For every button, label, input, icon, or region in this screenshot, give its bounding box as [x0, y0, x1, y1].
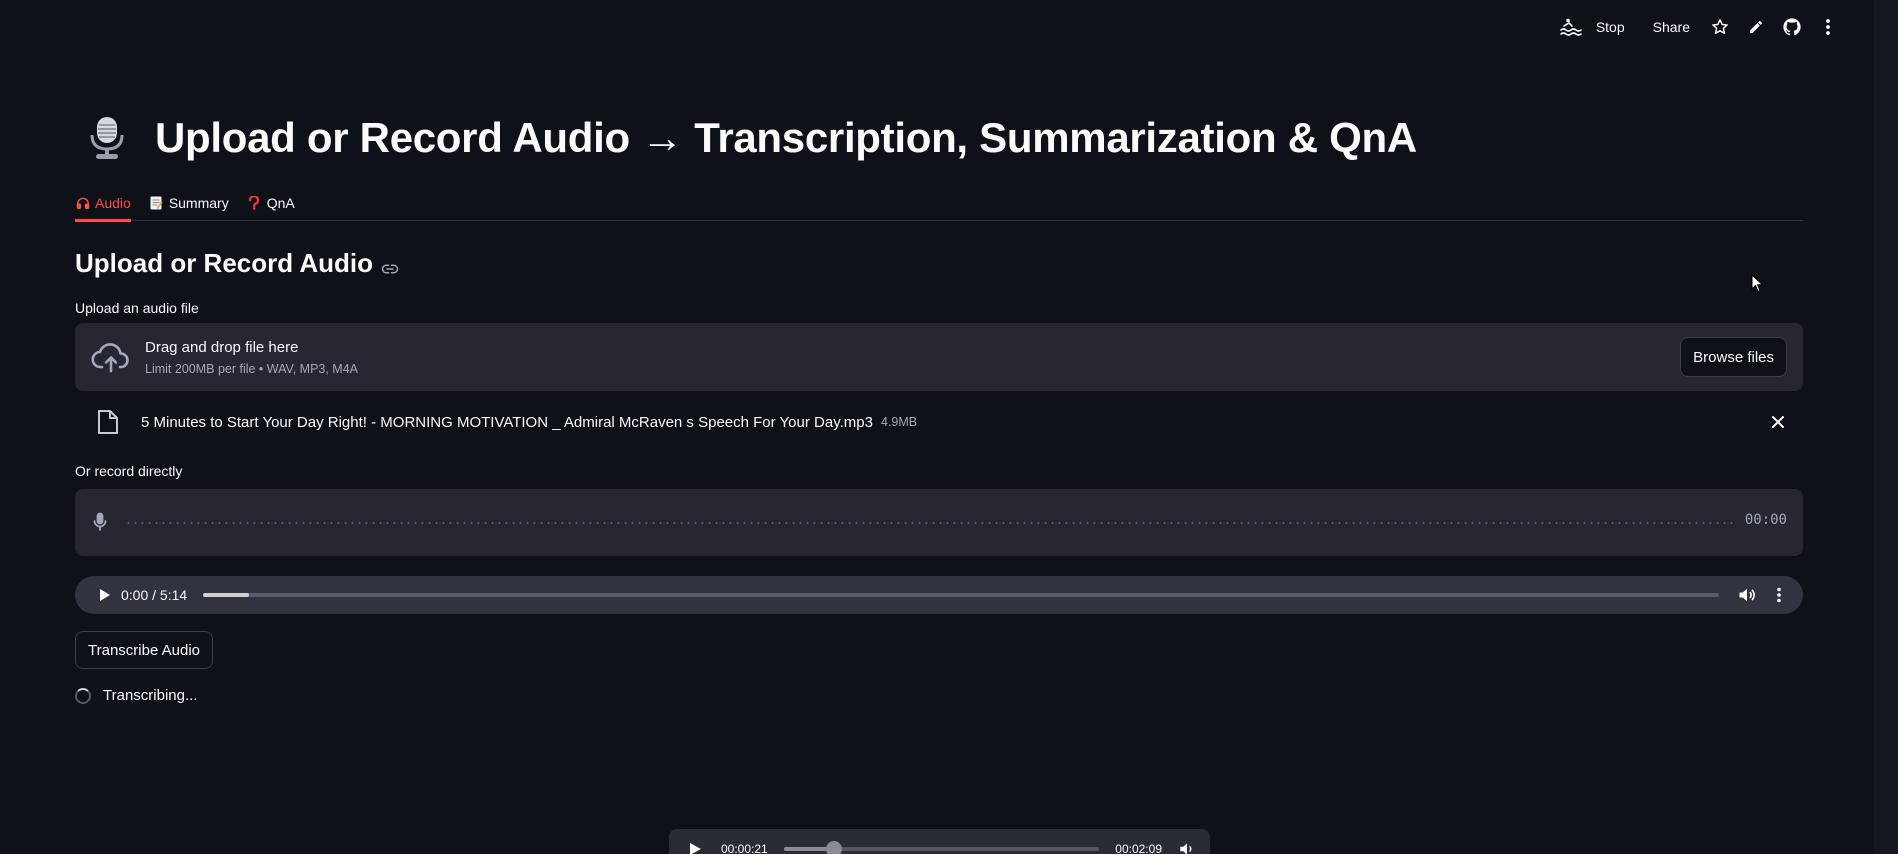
- file-dropzone[interactable]: Drag and drop file here Limit 200MB per …: [75, 323, 1803, 391]
- tab-summary-label: Summary: [168, 195, 229, 211]
- section-title-text: Upload or Record Audio: [75, 248, 374, 278]
- mini-current-time: 00:00:21: [721, 842, 768, 854]
- tab-audio-label: Audio: [95, 195, 131, 211]
- status-text: Transcribing...: [103, 687, 198, 704]
- play-icon[interactable]: [95, 586, 113, 604]
- page-title: Upload or Record Audio → Transcription, …: [155, 114, 1417, 161]
- tab-bar: Audio Summary QnA: [75, 186, 1803, 222]
- github-icon[interactable]: [1782, 17, 1802, 37]
- player-more-options-icon[interactable]: [1769, 585, 1789, 605]
- tab-qna-label: QnA: [266, 195, 295, 211]
- audio-recorder: 00:00: [75, 489, 1803, 556]
- top-toolbar: Stop Share: [1560, 14, 1838, 40]
- section-title: Upload or Record Audio: [75, 248, 401, 279]
- scroll-gutter: [1858, 0, 1898, 854]
- record-label: Or record directly: [75, 463, 183, 479]
- anchor-link-icon[interactable]: [381, 254, 401, 274]
- uploaded-file-size: 4.9MB: [880, 415, 918, 429]
- more-vertical-icon[interactable]: [1818, 17, 1838, 37]
- file-icon: [97, 409, 119, 435]
- mini-progress-track[interactable]: [783, 841, 1100, 854]
- scrollbar-track[interactable]: [1858, 0, 1874, 854]
- player-buffered-bar: [203, 593, 249, 597]
- share-button[interactable]: Share: [1653, 19, 1690, 35]
- mini-play-icon[interactable]: [687, 841, 703, 854]
- mini-volume-icon[interactable]: [1178, 840, 1196, 854]
- recording-timer: 00:00: [1744, 512, 1787, 528]
- player-progress-track[interactable]: [203, 593, 1719, 597]
- overlay-media-player: 00:00:21 00:02:09: [669, 829, 1210, 854]
- title-row: Upload or Record Audio → Transcription, …: [75, 108, 1417, 168]
- memo-icon: [149, 196, 164, 211]
- dropzone-instructions: Drag and drop file here: [145, 338, 299, 356]
- mini-total-time: 00:02:09: [1115, 842, 1162, 854]
- tab-audio[interactable]: Audio: [75, 186, 131, 222]
- audio-player: 0:00 / 5:14: [75, 576, 1803, 614]
- studio-microphone-icon: [87, 115, 127, 161]
- dropzone-text: Drag and drop file here Limit 200MB per …: [145, 339, 358, 376]
- uploaded-file-row: 5 Minutes to Start Your Day Right! - MOR…: [75, 405, 1803, 439]
- browse-files-button[interactable]: Browse files: [1680, 337, 1787, 377]
- transcribing-status: Transcribing...: [75, 687, 197, 704]
- headphones-icon: [75, 196, 90, 211]
- mini-progress-knob[interactable]: [826, 841, 843, 854]
- transcribe-audio-button[interactable]: Transcribe Audio: [75, 631, 214, 669]
- upload-label: Upload an audio file: [75, 300, 199, 316]
- cloud-upload-icon: [91, 337, 131, 377]
- stop-button[interactable]: Stop: [1596, 19, 1625, 35]
- record-microphone-icon[interactable]: [91, 512, 109, 532]
- running-indicator-icon: [1560, 17, 1582, 37]
- remove-file-close-icon[interactable]: [1769, 413, 1787, 431]
- dropzone-limit: Limit 200MB per file • WAV, MP3, M4A: [145, 361, 359, 376]
- tab-summary[interactable]: Summary: [149, 186, 229, 220]
- player-time: 0:00 / 5:14: [121, 587, 188, 603]
- volume-icon[interactable]: [1737, 585, 1757, 605]
- tab-qna[interactable]: QnA: [247, 186, 295, 220]
- star-icon[interactable]: [1710, 17, 1730, 37]
- question-mark-icon: [247, 196, 262, 211]
- uploaded-file-name: 5 Minutes to Start Your Day Right! - MOR…: [141, 413, 873, 431]
- loading-spinner-icon: [75, 687, 91, 704]
- edit-pencil-icon[interactable]: [1746, 17, 1766, 37]
- mouse-cursor-icon: [1751, 273, 1765, 294]
- recording-waveform: [125, 522, 1733, 524]
